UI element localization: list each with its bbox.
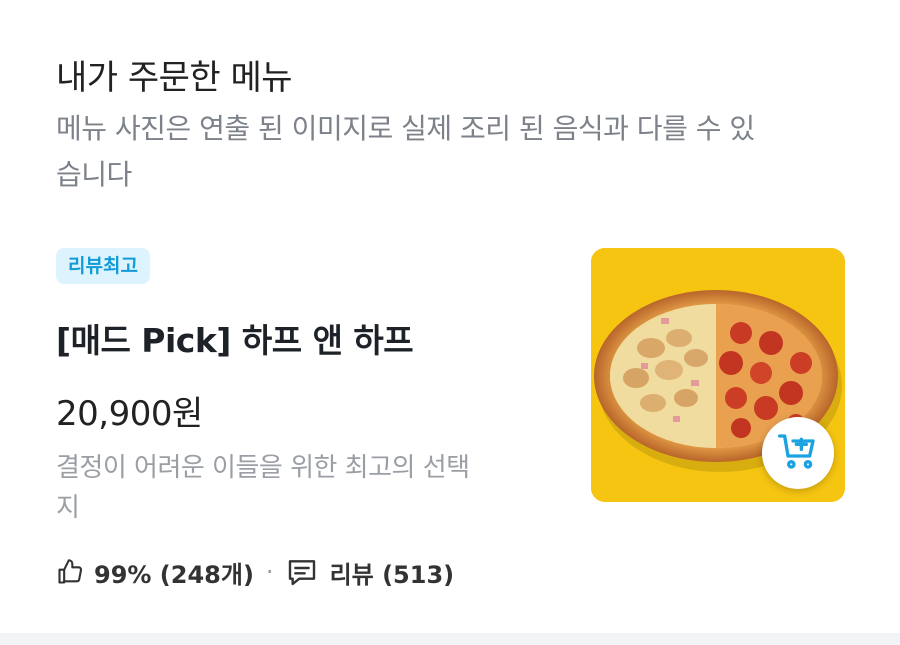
add-to-cart-icon (778, 431, 818, 475)
stats-separator: · (265, 558, 274, 586)
review-count[interactable]: 리뷰 (513) (330, 555, 455, 590)
menu-price: 20,900원 (56, 394, 203, 434)
like-rate: 99% (248개) (94, 560, 254, 589)
menu-description: 결정이 어려운 이들을 위한 최고의 선택지 (56, 453, 470, 523)
menu-name: [매드 Pick] 하프 앤 하프 (56, 321, 414, 360)
add-to-cart-button[interactable] (762, 417, 834, 489)
section-description: 메뉴 사진은 연출 된 이미지로 실제 조리 된 음식과 다를 수 있습니다 (56, 112, 755, 191)
menu-badge: 리뷰최고 (56, 248, 150, 284)
thumbs-up-icon (56, 558, 84, 586)
menu-stats: 99% (248개) · 리뷰 (513) (56, 552, 454, 592)
review-bubble-icon (286, 556, 318, 588)
bottom-divider (0, 633, 900, 645)
section-title: 내가 주문한 메뉴 (56, 58, 293, 98)
